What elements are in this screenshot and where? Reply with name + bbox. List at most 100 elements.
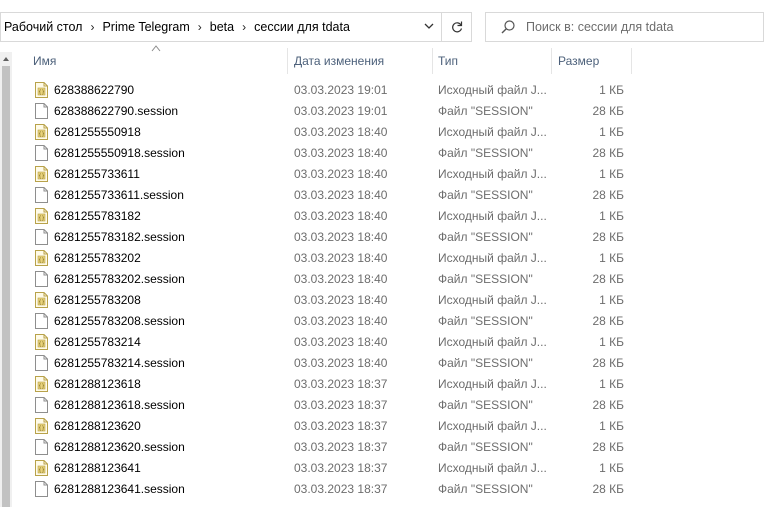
file-row[interactable]: 6281255783214.session 03.03.2023 18:40 Фай… bbox=[0, 353, 764, 374]
file-row[interactable]: {} 6281288123641 03.03.2023 18:37 Исходный … bbox=[0, 458, 764, 479]
file-row[interactable]: {} 6281255783182 03.03.2023 18:40 Исходный … bbox=[0, 206, 764, 227]
file-date: 03.03.2023 18:40 bbox=[294, 230, 388, 244]
file-size: 1 КБ bbox=[599, 209, 624, 223]
file-type: Исходный файл J... bbox=[438, 419, 547, 433]
file-size: 1 КБ bbox=[599, 335, 624, 349]
file-type: Файл "SESSION" bbox=[438, 398, 533, 412]
file-type: Файл "SESSION" bbox=[438, 104, 533, 118]
file-type: Файл "SESSION" bbox=[438, 440, 533, 454]
file-row[interactable]: {} 6281288123620 03.03.2023 18:37 Исходный … bbox=[0, 416, 764, 437]
svg-text:{}: {} bbox=[38, 174, 44, 180]
search-input[interactable] bbox=[526, 20, 746, 34]
file-date: 03.03.2023 19:01 bbox=[294, 104, 388, 118]
session-file-icon bbox=[35, 229, 48, 245]
session-file-icon bbox=[35, 397, 48, 413]
file-row[interactable]: 6281255733611.session 03.03.2023 18:40 Фай… bbox=[0, 185, 764, 206]
file-date: 03.03.2023 18:37 bbox=[294, 377, 388, 391]
file-row[interactable]: 6281288123641.session 03.03.2023 18:37 Фай… bbox=[0, 479, 764, 500]
file-name: 6281255550918.session bbox=[54, 146, 185, 160]
file-name: 6281255783202 bbox=[54, 251, 141, 265]
file-type: Исходный файл J... bbox=[438, 335, 547, 349]
json-file-icon: {} bbox=[35, 418, 48, 434]
file-name: 628388622790 bbox=[54, 83, 135, 97]
column-header-date-label: Дата изменения bbox=[294, 54, 385, 68]
file-size: 28 КБ bbox=[592, 272, 624, 286]
column-header-type[interactable]: Тип bbox=[438, 48, 548, 74]
file-row[interactable]: 6281255783182.session 03.03.2023 18:40 Фай… bbox=[0, 227, 764, 248]
column-divider[interactable] bbox=[551, 48, 552, 74]
svg-text:{}: {} bbox=[38, 132, 44, 138]
breadcrumb-current-folder[interactable]: сессии для tdata bbox=[251, 20, 353, 34]
file-date: 03.03.2023 18:37 bbox=[294, 482, 388, 496]
file-row[interactable]: {} 6281255783214 03.03.2023 18:40 Исходный … bbox=[0, 332, 764, 353]
file-name: 6281255783208 bbox=[54, 293, 141, 307]
column-divider[interactable] bbox=[631, 48, 632, 74]
file-date: 03.03.2023 18:40 bbox=[294, 188, 388, 202]
json-file-icon: {} bbox=[35, 208, 48, 224]
svg-text:{}: {} bbox=[38, 216, 44, 222]
file-size: 28 КБ bbox=[592, 398, 624, 412]
search-icon bbox=[501, 20, 515, 34]
file-name: 6281255783182.session bbox=[54, 230, 185, 244]
breadcrumb-separator-icon[interactable]: › bbox=[237, 20, 251, 34]
breadcrumb-separator-icon[interactable]: › bbox=[193, 20, 207, 34]
svg-text:{}: {} bbox=[38, 342, 44, 348]
refresh-button[interactable] bbox=[442, 12, 472, 42]
column-header-size[interactable]: Размер bbox=[558, 48, 630, 74]
session-file-icon bbox=[35, 145, 48, 161]
file-type: Исходный файл J... bbox=[438, 209, 547, 223]
file-row[interactable]: {} 6281255783202 03.03.2023 18:40 Исходный … bbox=[0, 248, 764, 269]
json-file-icon: {} bbox=[35, 376, 48, 392]
search-box[interactable] bbox=[485, 12, 764, 42]
scroll-up-arrow-icon[interactable] bbox=[2, 55, 10, 63]
file-size: 28 КБ bbox=[592, 146, 624, 160]
json-file-icon: {} bbox=[35, 250, 48, 266]
file-type: Файл "SESSION" bbox=[438, 314, 533, 328]
svg-text:{}: {} bbox=[38, 90, 44, 96]
session-file-icon bbox=[35, 313, 48, 329]
file-row[interactable]: {} 6281255550918 03.03.2023 18:40 Исходный … bbox=[0, 122, 764, 143]
file-date: 03.03.2023 18:40 bbox=[294, 251, 388, 265]
column-divider[interactable] bbox=[432, 48, 433, 74]
file-date: 03.03.2023 18:40 bbox=[294, 356, 388, 370]
address-bar[interactable]: Рабочий стол › Prime Telegram › beta › с… bbox=[0, 12, 442, 42]
file-type: Исходный файл J... bbox=[438, 377, 547, 391]
file-size: 28 КБ bbox=[592, 356, 624, 370]
svg-text:{}: {} bbox=[38, 300, 44, 306]
file-size: 28 КБ bbox=[592, 188, 624, 202]
file-date: 03.03.2023 18:40 bbox=[294, 293, 388, 307]
json-file-icon: {} bbox=[35, 334, 48, 350]
file-name: 6281288123620.session bbox=[54, 440, 185, 454]
file-row[interactable]: {} 628388622790 03.03.2023 19:01 Исходный ф… bbox=[0, 80, 764, 101]
refresh-icon bbox=[451, 21, 462, 33]
file-date: 03.03.2023 18:37 bbox=[294, 398, 388, 412]
chevron-down-icon[interactable] bbox=[423, 20, 435, 32]
file-row[interactable]: 6281255783202.session 03.03.2023 18:40 Фай… bbox=[0, 269, 764, 290]
file-row[interactable]: 628388622790.session 03.03.2023 19:01 Файл… bbox=[0, 101, 764, 122]
file-row[interactable]: 6281255550918.session 03.03.2023 18:40 Фай… bbox=[0, 143, 764, 164]
column-header-name[interactable]: Имя bbox=[33, 48, 283, 74]
column-divider[interactable] bbox=[287, 48, 288, 74]
file-date: 03.03.2023 18:40 bbox=[294, 125, 388, 139]
file-row[interactable]: 6281288123620.session 03.03.2023 18:37 Фай… bbox=[0, 437, 764, 458]
breadcrumb-separator-icon[interactable]: › bbox=[85, 20, 99, 34]
file-date: 03.03.2023 19:01 bbox=[294, 83, 388, 97]
file-row[interactable]: {} 6281255783208 03.03.2023 18:40 Исходный … bbox=[0, 290, 764, 311]
file-row[interactable]: {} 6281255733611 03.03.2023 18:40 Исходный … bbox=[0, 164, 764, 185]
breadcrumb-prime-telegram[interactable]: Prime Telegram bbox=[99, 20, 192, 34]
file-name: 628388622790.session bbox=[54, 104, 179, 118]
file-row[interactable]: 6281288123618.session 03.03.2023 18:37 Фай… bbox=[0, 395, 764, 416]
file-size: 1 КБ bbox=[599, 251, 624, 265]
file-row[interactable]: {} 6281288123618 03.03.2023 18:37 Исходный … bbox=[0, 374, 764, 395]
file-name: 6281288123641 bbox=[54, 461, 141, 475]
json-file-icon: {} bbox=[35, 166, 48, 182]
breadcrumb-beta[interactable]: beta bbox=[207, 20, 237, 34]
file-row[interactable]: 6281255783208.session 03.03.2023 18:40 Фай… bbox=[0, 311, 764, 332]
file-size: 28 КБ bbox=[592, 230, 624, 244]
file-date: 03.03.2023 18:37 bbox=[294, 419, 388, 433]
session-file-icon bbox=[35, 103, 48, 119]
column-header-date[interactable]: Дата изменения bbox=[294, 48, 430, 74]
file-name: 6281255783202.session bbox=[54, 272, 185, 286]
file-type: Исходный файл J... bbox=[438, 167, 547, 181]
breadcrumb-desktop[interactable]: Рабочий стол bbox=[1, 20, 85, 34]
